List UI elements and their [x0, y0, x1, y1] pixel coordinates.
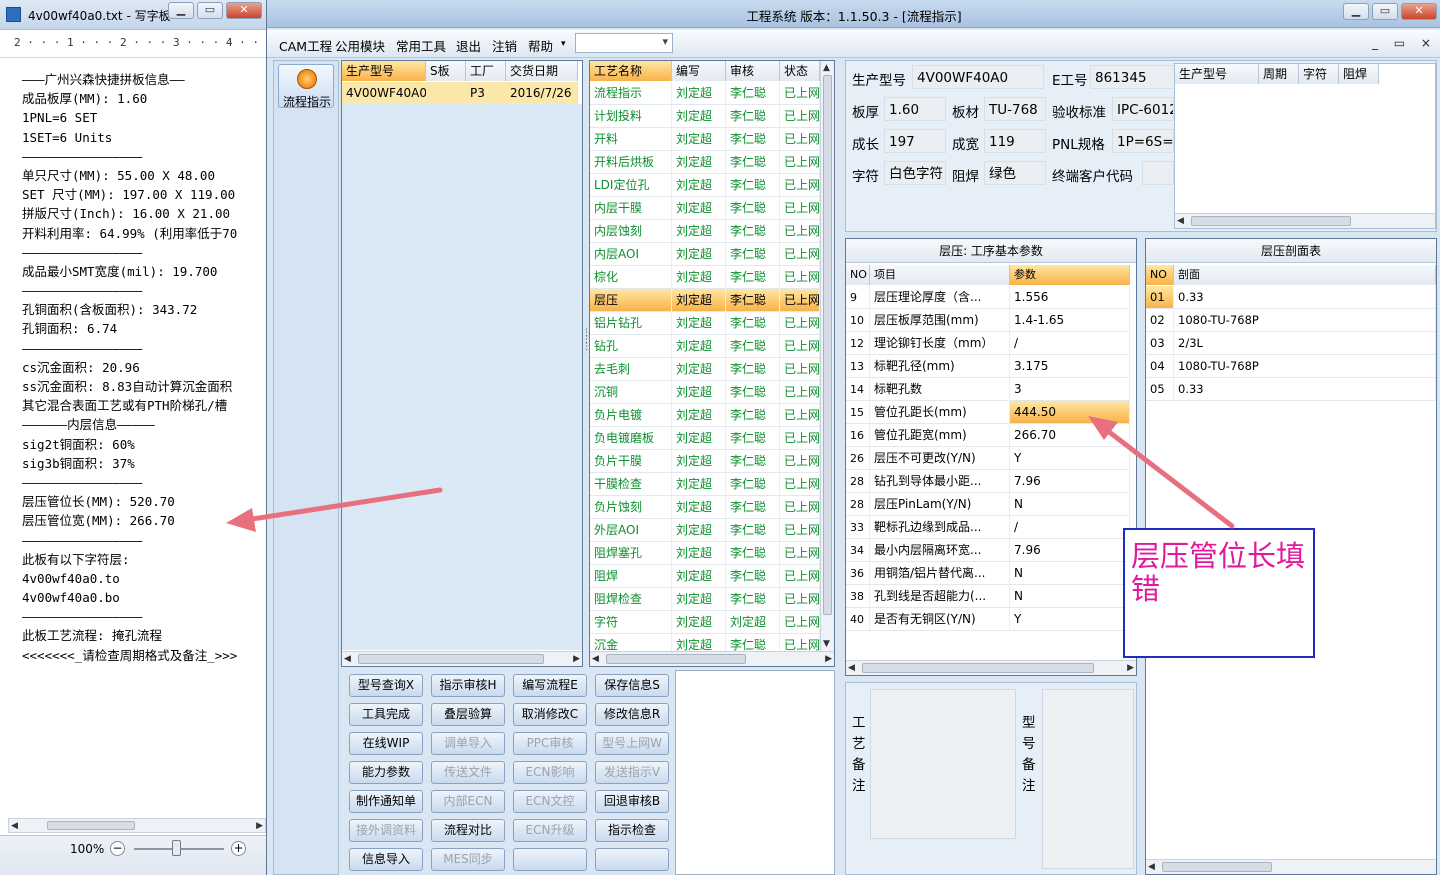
arrow-to-param [1088, 416, 1235, 529]
arrow-to-wordpad [226, 487, 443, 532]
annotation-arrows [226, 416, 1235, 532]
